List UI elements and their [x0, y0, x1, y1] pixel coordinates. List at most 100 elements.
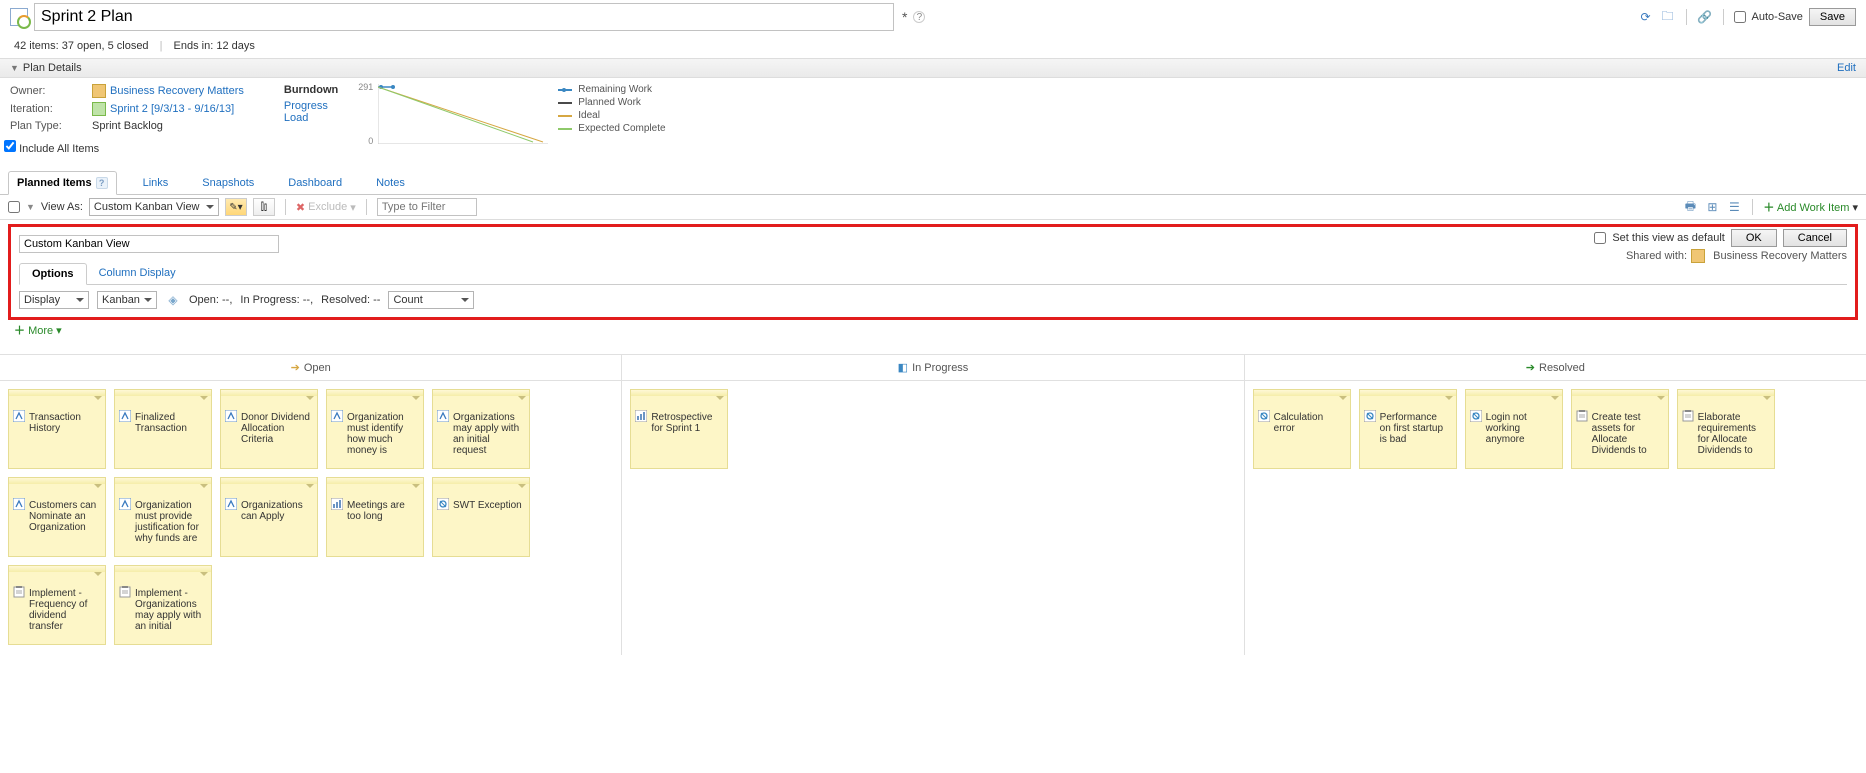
- kanban-card[interactable]: Performance on first startup is bad: [1359, 389, 1457, 469]
- edit-view-button[interactable]: ✎▾: [225, 198, 247, 216]
- task-icon: [13, 586, 25, 598]
- load-link[interactable]: Load: [284, 112, 338, 124]
- tab-dashboard[interactable]: Dashboard: [280, 172, 350, 194]
- card-menu-icon[interactable]: [516, 484, 526, 490]
- more-toggle[interactable]: ＋ More ▾: [0, 320, 1866, 340]
- tab-snapshots[interactable]: Snapshots: [194, 172, 262, 194]
- plan-title-input[interactable]: [34, 3, 894, 31]
- kanban-card[interactable]: Login not working anymore: [1465, 389, 1563, 469]
- kanban-card[interactable]: Meetings are too long: [326, 477, 424, 557]
- iteration-link[interactable]: Sprint 2 [9/3/13 - 9/16/13]: [110, 103, 234, 115]
- card-menu-icon[interactable]: [410, 484, 420, 490]
- plan-details-toggle[interactable]: ▼ Plan Details Edit: [0, 58, 1866, 78]
- select-all-checkbox[interactable]: [8, 201, 20, 213]
- include-all-checkbox[interactable]: [4, 140, 16, 152]
- open-count: Open: --,: [189, 294, 232, 306]
- tab-links[interactable]: Links: [135, 172, 177, 194]
- separator: |: [160, 40, 163, 52]
- kanban-card[interactable]: Implement - Organizations may apply with…: [114, 565, 212, 645]
- card-menu-icon[interactable]: [198, 572, 208, 578]
- header-actions: ⟳ 🗀 🔗 Auto-Save Save: [1638, 8, 1856, 26]
- count-dropdown[interactable]: Count: [388, 291, 474, 309]
- card-menu-icon[interactable]: [304, 396, 314, 402]
- legend-ideal: Ideal: [578, 110, 600, 121]
- list-icon[interactable]: ☰: [1726, 199, 1742, 215]
- kanban-card[interactable]: Implement - Frequency of dividend transf…: [8, 565, 106, 645]
- refresh-icon[interactable]: ⟳: [1638, 9, 1654, 25]
- set-default-checkbox[interactable]: [1594, 232, 1606, 244]
- kanban-column-open: ➔Open Transaction HistoryFinalized Trans…: [0, 355, 622, 655]
- card-menu-icon[interactable]: [1443, 396, 1453, 402]
- card-menu-icon[interactable]: [410, 396, 420, 402]
- owner-link[interactable]: Business Recovery Matters: [110, 85, 244, 97]
- exclude-button[interactable]: ✖Exclude ▾: [296, 201, 356, 214]
- add-work-item-button[interactable]: ＋ Add Work Item ▾: [1763, 199, 1858, 215]
- kanban-card[interactable]: Organizations can Apply: [220, 477, 318, 557]
- card-menu-icon[interactable]: [92, 396, 102, 402]
- tab-options[interactable]: Options: [19, 263, 87, 285]
- story-icon: [331, 410, 343, 422]
- card-menu-icon[interactable]: [1337, 396, 1347, 402]
- card-title: Customers can Nominate an Organization: [29, 500, 96, 533]
- view-name-input[interactable]: [19, 235, 279, 253]
- card-title: Performance on first startup is bad: [1380, 412, 1443, 445]
- print-icon[interactable]: 🖶: [1682, 199, 1698, 215]
- view-as-dropdown[interactable]: Custom Kanban View: [89, 198, 219, 216]
- iteration-icon: [92, 102, 106, 116]
- open-closed: 37 open, 5 closed: [62, 40, 149, 52]
- layout-dropdown[interactable]: Kanban: [97, 291, 157, 309]
- resolved-count: Resolved: --: [321, 294, 380, 306]
- card-menu-icon[interactable]: [92, 572, 102, 578]
- story-icon: [437, 410, 449, 422]
- kanban-card[interactable]: Create test assets for Allocate Dividend…: [1571, 389, 1669, 469]
- kanban-card[interactable]: Calculation error: [1253, 389, 1351, 469]
- kanban-card[interactable]: Organizations may apply with an initial …: [432, 389, 530, 469]
- kanban-card[interactable]: SWT Exception: [432, 477, 530, 557]
- display-dropdown[interactable]: Display: [19, 291, 89, 309]
- kanban-card[interactable]: Retrospective for Sprint 1: [630, 389, 728, 469]
- chart-legend: Remaining Work Planned Work Ideal Expect…: [558, 84, 665, 155]
- defect-icon: [1470, 410, 1482, 422]
- card-menu-icon[interactable]: [198, 484, 208, 490]
- kanban-card[interactable]: Donor Dividend Allocation Criteria: [220, 389, 318, 469]
- separator: [285, 199, 286, 215]
- card-menu-icon[interactable]: [198, 396, 208, 402]
- folder-icon[interactable]: 🗀: [1660, 9, 1676, 25]
- kanban-card[interactable]: Transaction History: [8, 389, 106, 469]
- preview-icon[interactable]: ◈: [165, 292, 181, 308]
- kanban-card[interactable]: Organization must provide justification …: [114, 477, 212, 557]
- card-title: Calculation error: [1274, 412, 1323, 434]
- kanban-card[interactable]: Organization must identify how much mone…: [326, 389, 424, 469]
- auto-save-checkbox[interactable]: [1734, 11, 1746, 23]
- separator: [1723, 9, 1724, 25]
- card-menu-icon[interactable]: [304, 484, 314, 490]
- kanban-card[interactable]: Finalized Transaction: [114, 389, 212, 469]
- card-menu-icon[interactable]: [714, 396, 724, 402]
- card-menu-icon[interactable]: [1761, 396, 1771, 402]
- cancel-button[interactable]: Cancel: [1783, 229, 1847, 247]
- plan-meta: Owner: Business Recovery Matters Iterati…: [10, 84, 244, 155]
- link-icon[interactable]: 🔗: [1697, 9, 1713, 25]
- tab-planned-items[interactable]: Planned Items?: [8, 171, 117, 195]
- kanban-board: ➔Open Transaction HistoryFinalized Trans…: [0, 354, 1866, 655]
- save-button[interactable]: Save: [1809, 8, 1856, 26]
- card-menu-icon[interactable]: [516, 396, 526, 402]
- tab-column-display[interactable]: Column Display: [87, 263, 188, 284]
- tab-notes[interactable]: Notes: [368, 172, 413, 194]
- kanban-column-resolved: ➔Resolved Calculation errorPerformance o…: [1245, 355, 1866, 655]
- ok-button[interactable]: OK: [1731, 229, 1777, 247]
- columns-button[interactable]: ⫿⫾: [253, 198, 275, 216]
- card-menu-icon[interactable]: [1655, 396, 1665, 402]
- kanban-card[interactable]: Customers can Nominate an Organization: [8, 477, 106, 557]
- progress-link[interactable]: Progress: [284, 100, 338, 112]
- filter-input[interactable]: [377, 198, 477, 216]
- card-menu-icon[interactable]: [92, 484, 102, 490]
- help-icon[interactable]: ?: [96, 177, 108, 189]
- card-title: Organizations can Apply: [241, 500, 303, 522]
- help-icon[interactable]: ?: [913, 11, 925, 23]
- expand-icon[interactable]: ⊞: [1704, 199, 1720, 215]
- edit-link[interactable]: Edit: [1837, 62, 1856, 74]
- kanban-card[interactable]: Elaborate requirements for Allocate Divi…: [1677, 389, 1775, 469]
- card-menu-icon[interactable]: [1549, 396, 1559, 402]
- defect-icon: [1258, 410, 1270, 422]
